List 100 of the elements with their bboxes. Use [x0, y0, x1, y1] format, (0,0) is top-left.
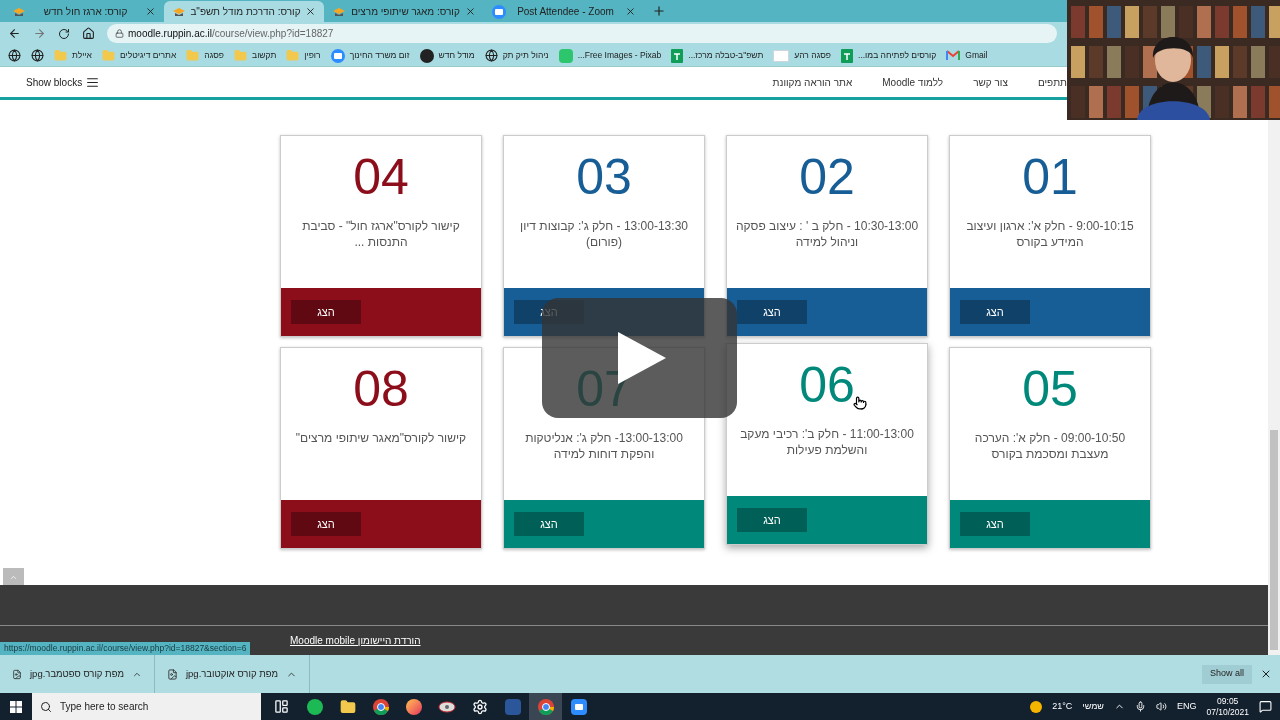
- weather-text: שמשי: [1082, 699, 1104, 713]
- show-button[interactable]: הצג: [960, 512, 1030, 536]
- browser-tab[interactable]: קורס: הדרכת מודל תשפ"ב: [164, 1, 324, 22]
- section-number: 08: [353, 364, 409, 414]
- zoom-icon: [492, 4, 506, 19]
- back-to-top-button[interactable]: [3, 568, 24, 586]
- nav-link[interactable]: אתר הוראה מקוונת: [772, 74, 853, 90]
- browser-tab[interactable]: קורס: מאגר שיתופי מרצים: [324, 1, 484, 22]
- reload-icon[interactable]: [58, 27, 70, 40]
- video-play-overlay[interactable]: [542, 298, 737, 418]
- back-icon[interactable]: [8, 27, 21, 40]
- section-number: 02: [799, 152, 855, 202]
- wix-icon: [773, 49, 790, 62]
- show-button[interactable]: הצג: [291, 300, 361, 324]
- zoom-icon[interactable]: [570, 698, 587, 715]
- disc-icon[interactable]: [437, 699, 456, 714]
- windows-logo-icon[interactable]: [10, 700, 22, 713]
- spreadsheet-icon: [671, 48, 684, 63]
- browser-tab[interactable]: Post Attendee - Zoom: [484, 1, 644, 22]
- pixabay-icon: [558, 48, 573, 63]
- folder-icon[interactable]: [339, 698, 356, 715]
- nav-link[interactable]: צור קשר: [973, 74, 1008, 90]
- address-field[interactable]: moodle.ruppin.ac.il/course/view.php?id=18827: [107, 24, 1057, 43]
- speaker-icon[interactable]: [1155, 701, 1167, 712]
- search-field[interactable]: Type here to search: [32, 693, 261, 720]
- bookmark[interactable]: זום משרד החינוך: [330, 48, 410, 63]
- hand-cursor-icon: [852, 396, 867, 410]
- show-button[interactable]: הצג: [291, 512, 361, 536]
- lock-icon: [115, 29, 124, 38]
- bookmark[interactable]: Gmail: [946, 49, 988, 62]
- mail-icon: [946, 50, 961, 61]
- close-icon[interactable]: [305, 6, 316, 17]
- graduation-cap-icon: [332, 5, 346, 18]
- section-number: 01: [1022, 152, 1078, 202]
- bookmark[interactable]: אתרים דיגיטלים: [101, 49, 177, 62]
- forward-icon[interactable]: [33, 27, 46, 40]
- graduation-cap-icon: [172, 5, 186, 18]
- bookmark[interactable]: איילת: [54, 49, 92, 62]
- list-icon: [86, 75, 100, 89]
- bookmark[interactable]: [31, 49, 44, 62]
- show-blocks-button[interactable]: Show blocks: [26, 74, 100, 90]
- bookmark[interactable]: רופין: [286, 49, 321, 62]
- bookmark[interactable]: פסגה: [186, 49, 225, 62]
- folder-icon: [101, 49, 115, 62]
- show-button[interactable]: הצג: [737, 508, 807, 532]
- url-text: moodle.ruppin.ac.il/course/view.php?id=18827: [128, 27, 334, 41]
- section-title: 13:00-13:30 - חלק ג': קבוצות דיון (פורום): [519, 218, 689, 250]
- bookmark[interactable]: תקשוב: [234, 49, 277, 62]
- section-title: 09:00-10:50 - חלק א': הערכה מעצבת ומסכמת בקורס: [973, 430, 1127, 462]
- close-icon[interactable]: [1260, 668, 1272, 680]
- close-icon[interactable]: [145, 6, 156, 17]
- bookmark[interactable]: Free Images - Pixab...: [558, 48, 662, 63]
- nav-link[interactable]: תתפים: [1037, 74, 1067, 90]
- bookmark[interactable]: מודל חדש: [419, 48, 475, 63]
- section-title: קישור לקורס"מאגר שיתופי מרצים": [294, 430, 468, 446]
- temperature: 21°C: [1052, 699, 1073, 713]
- section-number: 04: [353, 152, 409, 202]
- browser-icon[interactable]: [372, 698, 389, 715]
- sun-icon[interactable]: [1030, 700, 1043, 713]
- spotify-icon[interactable]: [306, 698, 323, 715]
- clock[interactable]: 09:05 07/10/2021: [1206, 695, 1249, 718]
- tab-title: קורס: מאגר שיתופי מרצים: [350, 5, 461, 19]
- tab-title: קורס: הדרכת מודל תשפ"ב: [190, 5, 301, 19]
- show-button[interactable]: הצג: [960, 300, 1030, 324]
- browser-icon[interactable]: [537, 698, 554, 715]
- notifications-icon[interactable]: [1259, 700, 1272, 713]
- show-button[interactable]: הצג: [514, 512, 584, 536]
- home-icon[interactable]: [82, 27, 95, 40]
- section-number: 05: [1022, 364, 1078, 414]
- show-all-button[interactable]: Show all: [1201, 664, 1252, 684]
- status-url: https://moodle.ruppin.ac.il/course/view.php?id=18827&section=6: [0, 642, 251, 655]
- settings-icon[interactable]: [471, 698, 488, 715]
- browser-tab[interactable]: קורס: ארגז חול חדש: [4, 1, 164, 22]
- microphone-icon[interactable]: [1134, 701, 1146, 712]
- task-view-icon[interactable]: [274, 699, 289, 714]
- scrollbar[interactable]: [1268, 120, 1280, 655]
- search-icon: [40, 700, 52, 713]
- globe-icon: [484, 49, 498, 62]
- app-download-link[interactable]: הורדת היישומון Moodle mobile: [290, 633, 421, 648]
- section-title: 10:30-13:00 - חלק ב ' : עיצוב פסקה וניהול למידה: [734, 218, 920, 250]
- new-tab-icon[interactable]: [652, 4, 666, 18]
- close-icon[interactable]: [465, 6, 476, 17]
- show-button[interactable]: הצג: [737, 300, 807, 324]
- close-icon[interactable]: [625, 6, 636, 17]
- bookmark[interactable]: [8, 49, 21, 62]
- bookmark[interactable]: ניהול תיק תק: [484, 49, 549, 62]
- globe-icon: [31, 49, 44, 62]
- section-title: קישור לקורס"ארגז חול" - סביבת התנסות ...: [301, 218, 461, 250]
- spreadsheet-icon: [841, 48, 853, 63]
- firefox-icon[interactable]: [405, 698, 422, 715]
- nav-link[interactable]: ללמוד Moodle: [882, 74, 944, 90]
- folder-icon: [234, 49, 248, 62]
- section-number: 03: [576, 152, 632, 202]
- bookmark[interactable]: פסגה רהע: [773, 49, 831, 62]
- language-indicator[interactable]: ENG: [1176, 699, 1197, 714]
- section-number: 06: [799, 360, 855, 410]
- section-title: 13:00-13:00- חלק ג': אנליטקות והפקת דוחות למידה: [524, 430, 684, 462]
- bookmark[interactable]: תשפ"ב-טבלה מרכז...: [671, 48, 764, 63]
- section-title: 9:00-10:15 - חלק א': ארגון ועיצוב המידע בקורס: [965, 218, 1135, 250]
- bookmark[interactable]: קורסים לפתיחה במו...: [841, 48, 937, 63]
